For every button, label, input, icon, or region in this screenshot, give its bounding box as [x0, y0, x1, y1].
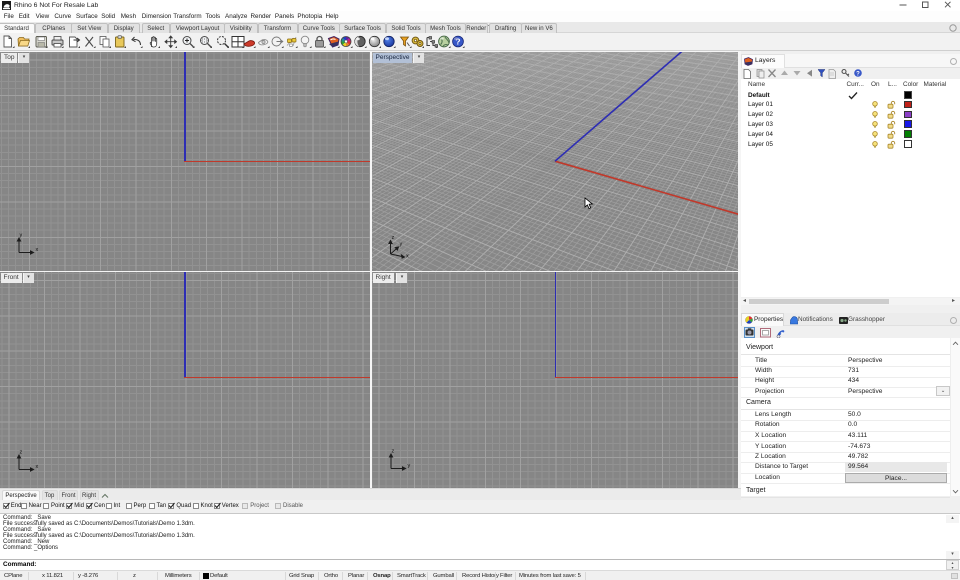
svg-text:y: y [20, 233, 23, 239]
svg-text:x: x [36, 464, 39, 470]
svg-text:y: y [400, 242, 403, 248]
svg-text:z: z [391, 448, 394, 454]
svg-text:x: x [36, 247, 39, 253]
svg-text:x: x [406, 254, 409, 260]
svg-text:z: z [392, 235, 395, 241]
svg-text:?: ? [856, 72, 860, 78]
svg-text:y: y [407, 463, 410, 469]
svg-text:z: z [20, 450, 23, 456]
